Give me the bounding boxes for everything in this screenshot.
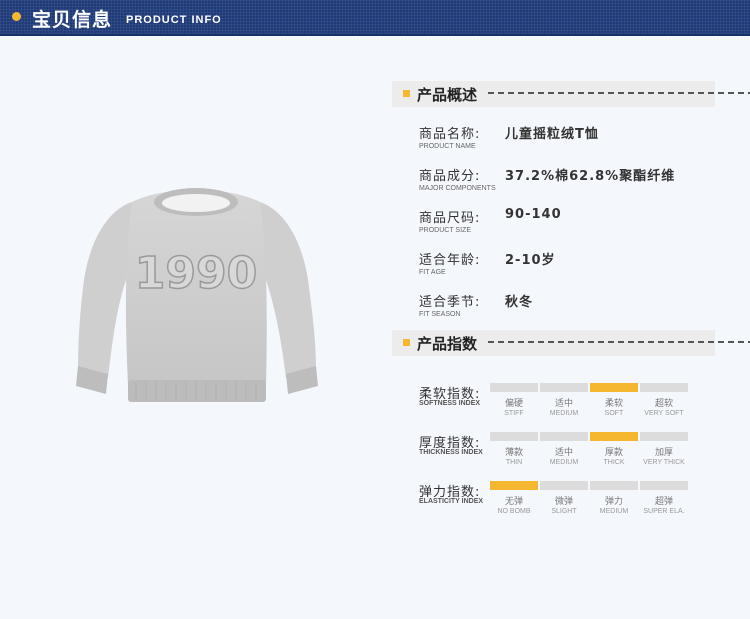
index-option-label: 无弹: [504, 497, 523, 507]
index-option-label-en: STIFF: [504, 410, 524, 417]
info-row-components: 商品成分: MAJOR COMPONENTS 37.2%棉62.8%聚酯纤维: [419, 165, 674, 192]
square-bullet-icon: [403, 339, 410, 346]
info-value: 90-140: [505, 207, 562, 222]
index-option: 适中 MEDIUM: [540, 383, 588, 417]
index-option-label-en: VERY SOFT: [644, 410, 684, 417]
section-indices-label: 产品指数: [417, 335, 478, 353]
index-bar: [590, 432, 638, 441]
index-option-label: 弹力: [604, 497, 623, 507]
index-option-label-en: THIN: [505, 459, 523, 466]
section-overview-label: 产品概述: [417, 86, 478, 104]
index-option-label: 微弹: [554, 497, 573, 507]
info-value: 2-10岁: [505, 253, 556, 268]
index-option: 超弹 SUPER ELA.: [640, 481, 688, 515]
index-option-label-en: SLIGHT: [551, 508, 577, 515]
index-bar: [490, 481, 538, 490]
section-overview-header: 产品概述: [392, 81, 750, 107]
info-value: 儿童摇粒绒T恤: [505, 127, 599, 142]
index-bar: [590, 481, 638, 490]
index-option-label: 薄款: [504, 448, 523, 458]
index-option-label: 超软: [654, 399, 673, 409]
info-row-size: 商品尺码: PRODUCT SIZE 90-140: [419, 207, 561, 234]
index-option-label: 加厚: [654, 448, 673, 458]
info-value: 秋冬: [505, 295, 534, 310]
info-label: 适合年龄:: [419, 253, 481, 268]
info-label: 适合季节:: [419, 295, 481, 310]
dashed-divider: [488, 341, 750, 343]
index-row-softness: 柔软指数: SOFTNESS INDEX 偏硬 STIFF 适中 MEDIUM …: [419, 383, 719, 423]
header-title: 宝贝信息: [32, 9, 113, 31]
index-option: 厚款 THICK: [590, 432, 638, 466]
index-bar: [490, 432, 538, 441]
index-bar: [590, 383, 638, 392]
index-option-label: 厚款: [604, 448, 623, 458]
index-option-label: 适中: [554, 399, 573, 409]
index-option-label-en: MEDIUM: [599, 508, 629, 515]
index-option: 适中 MEDIUM: [540, 432, 588, 466]
info-row-season: 适合季节: FIT SEASON 秋冬: [419, 291, 532, 318]
index-bar: [540, 481, 588, 490]
index-option: 微弹 SLIGHT: [540, 481, 588, 515]
index-option-label-en: VERY THICK: [643, 459, 685, 466]
index-option-label: 柔软: [604, 399, 623, 409]
index-option-label-en: MEDIUM: [549, 410, 579, 417]
index-option-label-en: NO BOMB: [497, 508, 531, 515]
index-option: 加厚 VERY THICK: [640, 432, 688, 466]
index-bar: [640, 383, 688, 392]
square-bullet-icon: [403, 90, 410, 97]
sweater-print-text: 1990: [135, 248, 257, 299]
index-bar: [490, 383, 538, 392]
info-row-age: 适合年龄: FIT AGE 2-10岁: [419, 249, 555, 276]
index-option: 偏硬 STIFF: [490, 383, 538, 417]
info-label-en: PRODUCT NAME: [419, 143, 476, 150]
header-banner: 宝贝信息 PRODUCT INFO: [0, 0, 750, 36]
dashed-divider: [488, 92, 750, 94]
index-bar: [640, 481, 688, 490]
index-row-elasticity: 弹力指数: ELASTICITY INDEX 无弹 NO BOMB 微弹 SLI…: [419, 481, 719, 521]
index-option-label-en: MEDIUM: [549, 459, 579, 466]
index-label-en: SOFTNESS INDEX: [419, 400, 481, 407]
index-option-label: 超弹: [654, 497, 673, 507]
index-bar: [540, 432, 588, 441]
index-option: 无弹 NO BOMB: [490, 481, 538, 515]
info-label-en: PRODUCT SIZE: [419, 227, 471, 234]
index-option-label: 偏硬: [504, 399, 523, 409]
info-label: 商品名称:: [419, 127, 481, 142]
index-option: 柔软 SOFT: [590, 383, 638, 417]
info-row-name: 商品名称: PRODUCT NAME 儿童摇粒绒T恤: [419, 123, 598, 150]
index-option: 薄款 THIN: [490, 432, 538, 466]
info-label-en: FIT AGE: [419, 269, 446, 276]
section-indices-header: 产品指数: [392, 330, 750, 356]
index-option-label-en: SUPER ELA.: [643, 508, 685, 515]
index-option-label: 适中: [554, 448, 573, 458]
header-subtitle: PRODUCT INFO: [126, 14, 222, 26]
index-option: 弹力 MEDIUM: [590, 481, 638, 515]
product-image: 1990: [76, 188, 318, 402]
info-label-en: MAJOR COMPONENTS: [419, 185, 496, 192]
index-option: 超软 VERY SOFT: [640, 383, 688, 417]
bullet-dot-icon: [12, 12, 21, 21]
index-bar: [640, 432, 688, 441]
index-option-label-en: THICK: [603, 459, 625, 466]
index-label-en: THICKNESS INDEX: [419, 449, 483, 456]
info-label: 商品成分:: [419, 169, 481, 184]
index-option-label-en: SOFT: [604, 410, 624, 417]
index-label-en: ELASTICITY INDEX: [419, 498, 484, 505]
index-bar: [540, 383, 588, 392]
index-row-thickness: 厚度指数: THICKNESS INDEX 薄款 THIN 适中 MEDIUM …: [419, 432, 719, 472]
info-value: 37.2%棉62.8%聚酯纤维: [505, 169, 676, 184]
info-label-en: FIT SEASON: [419, 311, 461, 318]
info-label: 商品尺码:: [419, 211, 481, 226]
